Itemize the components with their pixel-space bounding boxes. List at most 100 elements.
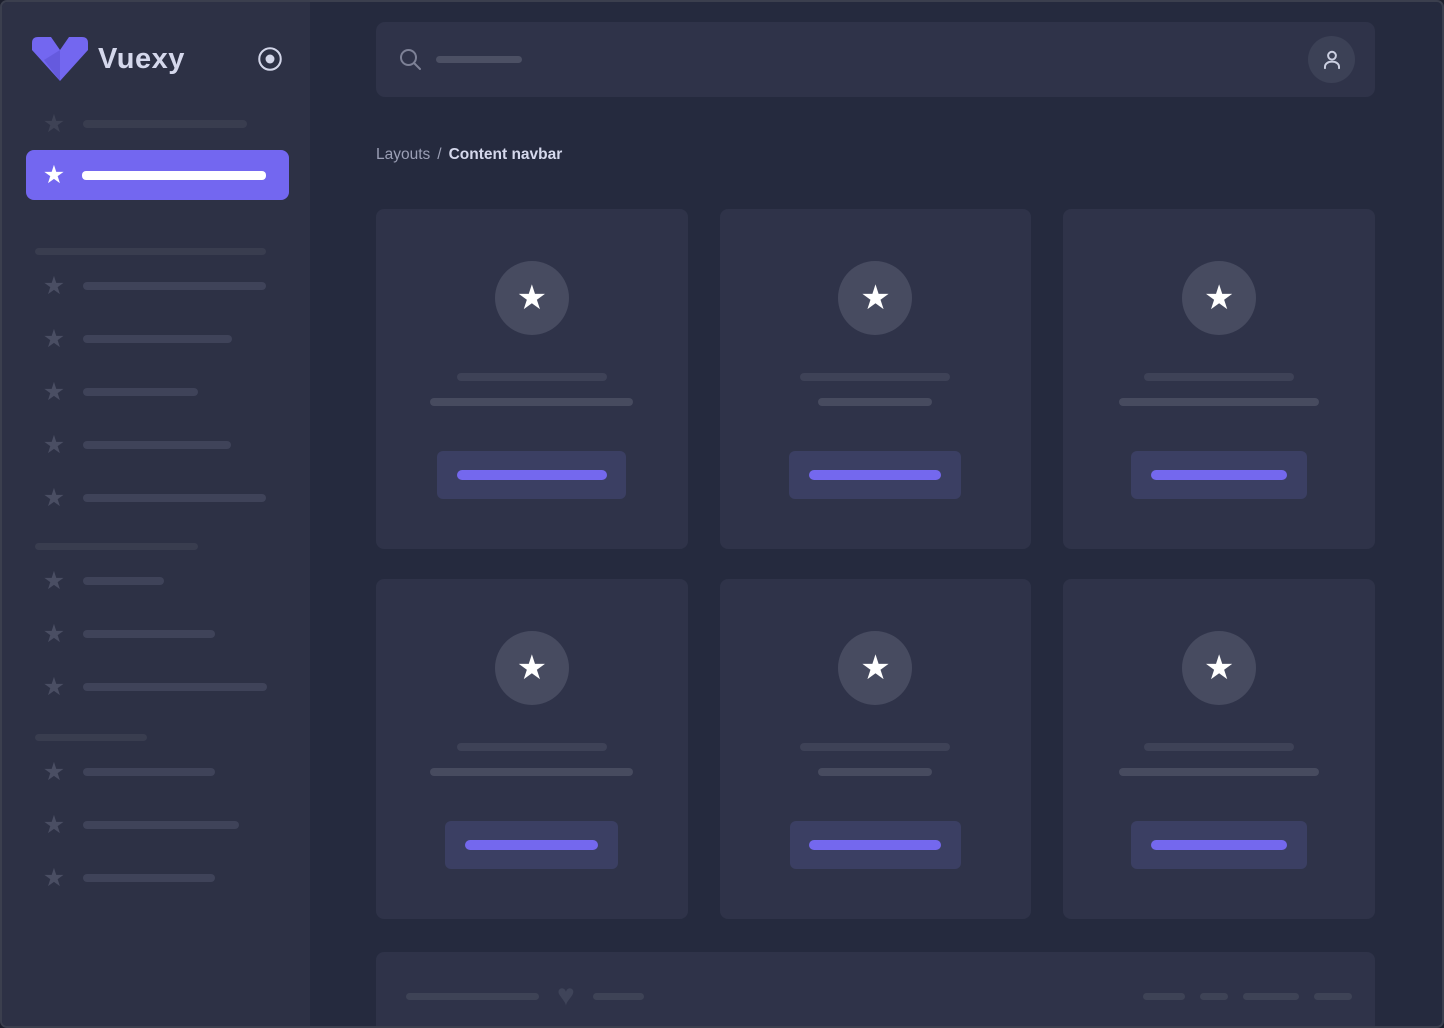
- skeleton-bar: [800, 373, 950, 381]
- star-icon: ★: [517, 650, 547, 686]
- card: ★: [720, 209, 1032, 549]
- app-title: Vuexy: [98, 43, 185, 76]
- menu-pin-toggle-icon[interactable]: [256, 45, 284, 73]
- skeleton-bar: [83, 282, 266, 290]
- sidebar-item[interactable]: ★: [2, 812, 310, 838]
- card: ★: [1063, 209, 1375, 549]
- skeleton-bar: [83, 683, 267, 691]
- search-input[interactable]: [398, 47, 1308, 73]
- sidebar-item[interactable]: ★: [2, 485, 310, 511]
- sidebar-item[interactable]: ★: [2, 326, 310, 352]
- section-header-skeleton: [35, 734, 147, 741]
- skeleton-bar: [1119, 768, 1319, 776]
- skeleton-bar: [430, 398, 633, 406]
- star-icon: ★: [1204, 280, 1234, 316]
- magnifier-icon: [398, 47, 424, 73]
- card-action-button[interactable]: [790, 821, 961, 869]
- skeleton-bar: [818, 398, 932, 406]
- footer-row: ♥: [406, 983, 1352, 1009]
- star-icon: ★: [517, 280, 547, 316]
- button-label-skeleton: [1151, 470, 1287, 480]
- search-placeholder-skeleton: [436, 56, 522, 63]
- skeleton-bar: [83, 335, 232, 343]
- sidebar: Vuexy ★ ★ ★ ★ ★ ★ ★ ★ ★ ★ ★ ★ ★: [2, 2, 310, 1026]
- card-action-button[interactable]: [789, 451, 961, 499]
- card-action-button[interactable]: [437, 451, 626, 499]
- vuexy-logo-icon: [32, 37, 88, 81]
- sidebar-nav: ★ ★ ★ ★ ★ ★ ★ ★ ★ ★ ★ ★ ★: [2, 111, 310, 891]
- heart-icon: ♥: [557, 983, 575, 1009]
- sidebar-item-active[interactable]: ★: [26, 150, 289, 200]
- sidebar-item[interactable]: ★: [2, 273, 310, 299]
- skeleton-bar: [83, 821, 239, 829]
- skeleton-bar: [1144, 743, 1294, 751]
- star-badge: ★: [495, 631, 569, 705]
- skeleton-bar: [406, 993, 539, 1000]
- card-action-button[interactable]: [445, 821, 618, 869]
- search-navbar: [376, 22, 1375, 97]
- button-label-skeleton: [1151, 840, 1287, 850]
- card: ★: [376, 209, 688, 549]
- sidebar-item[interactable]: ★: [2, 865, 310, 891]
- star-badge: ★: [838, 631, 912, 705]
- sidebar-item[interactable]: ★: [2, 759, 310, 785]
- star-icon: ★: [42, 432, 66, 458]
- skeleton-bar: [83, 120, 247, 128]
- button-label-skeleton: [465, 840, 598, 850]
- star-icon: ★: [42, 485, 66, 511]
- sidebar-item[interactable]: ★: [2, 111, 310, 137]
- skeleton-bar: [818, 768, 932, 776]
- skeleton-bar: [83, 494, 266, 502]
- card: ★: [720, 579, 1032, 919]
- skeleton-bar: [1144, 373, 1294, 381]
- card-action-button[interactable]: [1131, 821, 1307, 869]
- button-label-skeleton: [457, 470, 607, 480]
- app-logo[interactable]: Vuexy: [32, 37, 185, 81]
- star-icon: ★: [42, 326, 66, 352]
- card: ★: [1063, 579, 1375, 919]
- skeleton-bar: [1314, 993, 1352, 1000]
- skeleton-bar: [430, 768, 633, 776]
- sidebar-item[interactable]: ★: [2, 432, 310, 458]
- star-badge: ★: [1182, 261, 1256, 335]
- sidebar-item[interactable]: ★: [2, 568, 310, 594]
- star-badge: ★: [1182, 631, 1256, 705]
- skeleton-bar: [593, 993, 644, 1000]
- button-label-skeleton: [809, 840, 941, 850]
- star-icon: ★: [42, 621, 66, 647]
- card-grid: ★ ★ ★ ★ ★ ★: [376, 209, 1375, 919]
- star-icon: ★: [42, 759, 66, 785]
- skeleton-bar: [1243, 993, 1299, 1000]
- breadcrumb: Layouts / Content navbar: [376, 144, 1375, 166]
- skeleton-bar: [83, 768, 215, 776]
- skeleton-bar: [83, 388, 198, 396]
- star-icon: ★: [860, 280, 890, 316]
- star-icon: ★: [860, 650, 890, 686]
- main-content: Layouts / Content navbar ★ ★ ★ ★ ★ ★ ♥: [310, 2, 1442, 1026]
- breadcrumb-current: Content navbar: [449, 146, 563, 163]
- star-icon: ★: [42, 273, 66, 299]
- star-icon: ★: [42, 568, 66, 594]
- breadcrumb-separator: /: [437, 146, 441, 163]
- skeleton-bar: [83, 577, 164, 585]
- sidebar-header: Vuexy: [2, 40, 310, 78]
- sidebar-item[interactable]: ★: [2, 621, 310, 647]
- user-avatar[interactable]: [1308, 36, 1355, 83]
- card-action-button[interactable]: [1131, 451, 1307, 499]
- skeleton-bar: [457, 743, 607, 751]
- star-badge: ★: [495, 261, 569, 335]
- skeleton-bar: [82, 171, 266, 180]
- skeleton-bar: [83, 441, 231, 449]
- card: ★: [376, 579, 688, 919]
- footer-card: ♥: [376, 952, 1375, 1026]
- footer-right-skeletons: [1143, 993, 1352, 1000]
- app-window: Vuexy ★ ★ ★ ★ ★ ★ ★ ★ ★ ★ ★ ★ ★: [0, 0, 1444, 1028]
- sidebar-item[interactable]: ★: [2, 379, 310, 405]
- breadcrumb-section[interactable]: Layouts: [376, 146, 430, 163]
- skeleton-bar: [800, 743, 950, 751]
- star-icon: ★: [42, 111, 66, 137]
- sidebar-item[interactable]: ★: [2, 674, 310, 700]
- section-header-skeleton: [35, 543, 198, 550]
- skeleton-bar: [457, 373, 607, 381]
- star-icon: ★: [42, 865, 66, 891]
